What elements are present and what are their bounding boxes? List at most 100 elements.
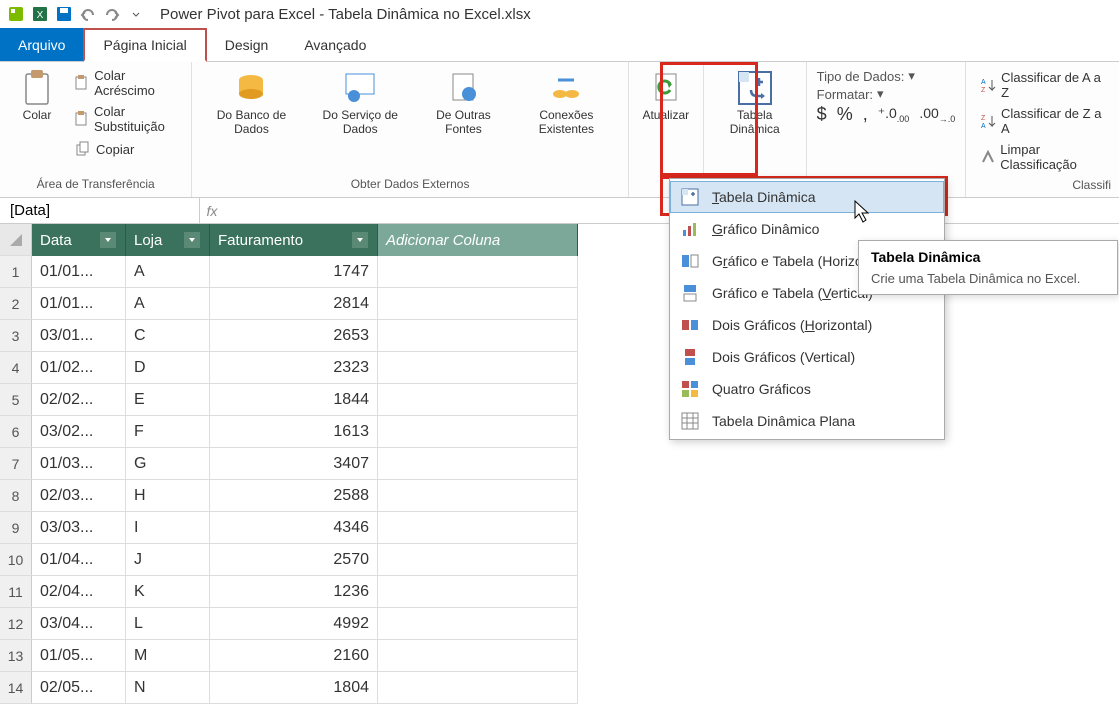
cell-faturamento[interactable]: 2160 — [210, 640, 378, 672]
cell-loja[interactable]: I — [126, 512, 210, 544]
from-other-sources-button[interactable]: De Outras Fontes — [418, 66, 509, 141]
cell-data[interactable]: 02/04... — [32, 576, 126, 608]
dropdown-item-pivot-table[interactable]: Tabela Dinâmica — [670, 181, 944, 213]
from-database-button[interactable]: Do Banco de Dados — [200, 66, 302, 141]
cell-loja[interactable]: M — [126, 640, 210, 672]
row-header[interactable]: 13 — [0, 640, 32, 672]
dropdown-item-two-charts-h[interactable]: Dois Gráficos (Horizontal) — [670, 309, 944, 341]
clear-sort-button[interactable]: Limpar Classificação — [976, 140, 1109, 174]
filter-dropdown-icon[interactable] — [183, 231, 201, 249]
from-data-service-button[interactable]: Do Serviço de Dados — [307, 66, 414, 141]
cell-data[interactable]: 02/05... — [32, 672, 126, 704]
paste-button[interactable]: Colar — [8, 66, 66, 126]
existing-connections-button[interactable]: Conexões Existentes — [513, 66, 620, 141]
cell-data[interactable]: 03/02... — [32, 416, 126, 448]
cell-data[interactable]: 01/03... — [32, 448, 126, 480]
cell-empty[interactable] — [378, 384, 578, 416]
format-row[interactable]: Formatar: ▾ — [817, 86, 956, 102]
row-header[interactable]: 11 — [0, 576, 32, 608]
cell-faturamento[interactable]: 2570 — [210, 544, 378, 576]
cell-empty[interactable] — [378, 416, 578, 448]
cell-data[interactable]: 01/05... — [32, 640, 126, 672]
tab-advanced[interactable]: Avançado — [286, 28, 384, 61]
cell-loja[interactable]: N — [126, 672, 210, 704]
refresh-button[interactable]: Atualizar — [637, 66, 695, 126]
paste-replace-button[interactable]: Colar Substituição — [70, 102, 183, 136]
percent-button[interactable]: % — [837, 104, 853, 125]
cell-empty[interactable] — [378, 320, 578, 352]
cell-faturamento[interactable]: 2814 — [210, 288, 378, 320]
row-header[interactable]: 5 — [0, 384, 32, 416]
row-header[interactable]: 14 — [0, 672, 32, 704]
tab-design[interactable]: Design — [207, 28, 287, 61]
row-header[interactable]: 12 — [0, 608, 32, 640]
cell-empty[interactable] — [378, 672, 578, 704]
cell-loja[interactable]: L — [126, 608, 210, 640]
tab-file[interactable]: Arquivo — [0, 28, 83, 61]
row-header[interactable]: 1 — [0, 256, 32, 288]
column-header-data[interactable]: Data — [32, 224, 126, 256]
cell-faturamento[interactable]: 2588 — [210, 480, 378, 512]
cell-data[interactable]: 02/02... — [32, 384, 126, 416]
dropdown-item-two-charts-v[interactable]: Dois Gráficos (Vertical) — [670, 341, 944, 373]
redo-icon[interactable] — [102, 4, 122, 24]
row-header[interactable]: 10 — [0, 544, 32, 576]
cell-empty[interactable] — [378, 352, 578, 384]
cell-faturamento[interactable]: 2653 — [210, 320, 378, 352]
cell-loja[interactable]: K — [126, 576, 210, 608]
name-box[interactable]: [Data] — [0, 198, 200, 223]
cell-empty[interactable] — [378, 640, 578, 672]
cell-data[interactable]: 03/04... — [32, 608, 126, 640]
row-header[interactable]: 6 — [0, 416, 32, 448]
cell-empty[interactable] — [378, 576, 578, 608]
cell-data[interactable]: 01/01... — [32, 256, 126, 288]
cell-faturamento[interactable]: 1804 — [210, 672, 378, 704]
increase-decimal-button[interactable]: ⁺.0.00 — [878, 105, 910, 124]
row-header[interactable]: 7 — [0, 448, 32, 480]
cell-empty[interactable] — [378, 448, 578, 480]
cell-data[interactable]: 03/01... — [32, 320, 126, 352]
cell-faturamento[interactable]: 1613 — [210, 416, 378, 448]
comma-button[interactable]: , — [863, 104, 868, 125]
cell-loja[interactable]: A — [126, 288, 210, 320]
cell-loja[interactable]: J — [126, 544, 210, 576]
cell-loja[interactable]: H — [126, 480, 210, 512]
cell-empty[interactable] — [378, 256, 578, 288]
cell-data[interactable]: 03/03... — [32, 512, 126, 544]
data-type-row[interactable]: Tipo de Dados: ▾ — [817, 68, 956, 84]
pivot-table-button[interactable]: Tabela Dinâmica — [712, 66, 798, 141]
decrease-decimal-button[interactable]: .00→.0 — [919, 105, 955, 124]
save-icon[interactable] — [54, 4, 74, 24]
currency-button[interactable]: $ — [817, 104, 827, 125]
filter-dropdown-icon[interactable] — [351, 231, 369, 249]
select-all-corner[interactable] — [0, 224, 32, 256]
sort-za-button[interactable]: ZA Classificar de Z a A — [976, 104, 1109, 138]
cell-faturamento[interactable]: 4992 — [210, 608, 378, 640]
cell-faturamento[interactable]: 1236 — [210, 576, 378, 608]
qat-dropdown-icon[interactable] — [126, 4, 146, 24]
column-header-faturamento[interactable]: Faturamento — [210, 224, 378, 256]
cell-loja[interactable]: F — [126, 416, 210, 448]
fx-icon[interactable]: fx — [200, 203, 224, 219]
paste-append-button[interactable]: Colar Acréscimo — [70, 66, 183, 100]
cell-empty[interactable] — [378, 544, 578, 576]
cell-loja[interactable]: E — [126, 384, 210, 416]
cell-loja[interactable]: A — [126, 256, 210, 288]
sort-az-button[interactable]: AZ Classificar de A a Z — [976, 68, 1109, 102]
cell-empty[interactable] — [378, 608, 578, 640]
cell-faturamento[interactable]: 1747 — [210, 256, 378, 288]
cell-faturamento[interactable]: 4346 — [210, 512, 378, 544]
tab-home[interactable]: Página Inicial — [83, 28, 206, 62]
cell-loja[interactable]: G — [126, 448, 210, 480]
cell-faturamento[interactable]: 2323 — [210, 352, 378, 384]
column-header-loja[interactable]: Loja — [126, 224, 210, 256]
row-header[interactable]: 2 — [0, 288, 32, 320]
row-header[interactable]: 3 — [0, 320, 32, 352]
row-header[interactable]: 9 — [0, 512, 32, 544]
add-column-header[interactable]: Adicionar Coluna — [378, 224, 578, 256]
undo-icon[interactable] — [78, 4, 98, 24]
cell-empty[interactable] — [378, 512, 578, 544]
dropdown-item-flat-pivot[interactable]: Tabela Dinâmica Plana — [670, 405, 944, 437]
cell-faturamento[interactable]: 3407 — [210, 448, 378, 480]
cell-data[interactable]: 02/03... — [32, 480, 126, 512]
